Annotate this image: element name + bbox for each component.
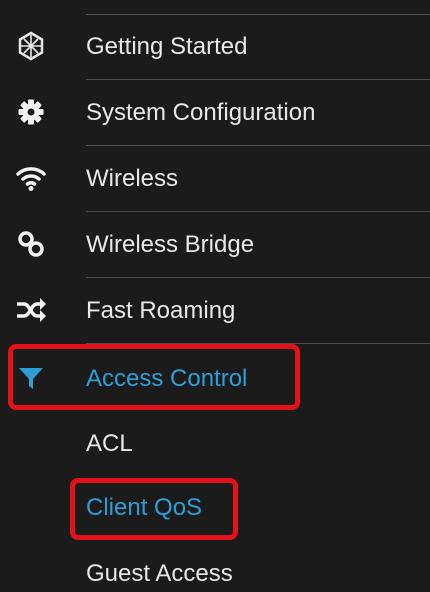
getting-started-icon [14,29,48,63]
submenu-item-guest-access[interactable]: Guest Access [0,542,430,592]
submenu-item-acl[interactable]: ACL [0,412,430,476]
menu-item-label: System Configuration [86,99,316,126]
menu-item-label: Wireless Bridge [86,231,255,258]
highlight-box-access-control [8,344,300,410]
submenu-item-label: Guest Access [86,560,233,587]
sidebar-nav: Getting Started System Configuration Wir… [0,0,430,592]
gear-icon [14,95,48,129]
submenu-item-label: ACL [86,430,133,457]
menu-item-system-configuration[interactable]: System Configuration [0,80,430,146]
bridge-link-icon [14,227,48,261]
menu-item-label: Fast Roaming [86,297,236,324]
wifi-icon [14,161,48,195]
menu-item-wireless-bridge[interactable]: Wireless Bridge [0,212,430,278]
shuffle-icon [14,293,48,327]
highlight-box-client-qos [70,478,238,540]
menu-item-label: Getting Started [86,33,248,60]
menu-item-getting-started[interactable]: Getting Started [0,14,430,80]
menu-item-fast-roaming[interactable]: Fast Roaming [0,278,430,344]
menu-item-wireless[interactable]: Wireless [0,146,430,212]
menu-item-label: Wireless [86,165,179,192]
